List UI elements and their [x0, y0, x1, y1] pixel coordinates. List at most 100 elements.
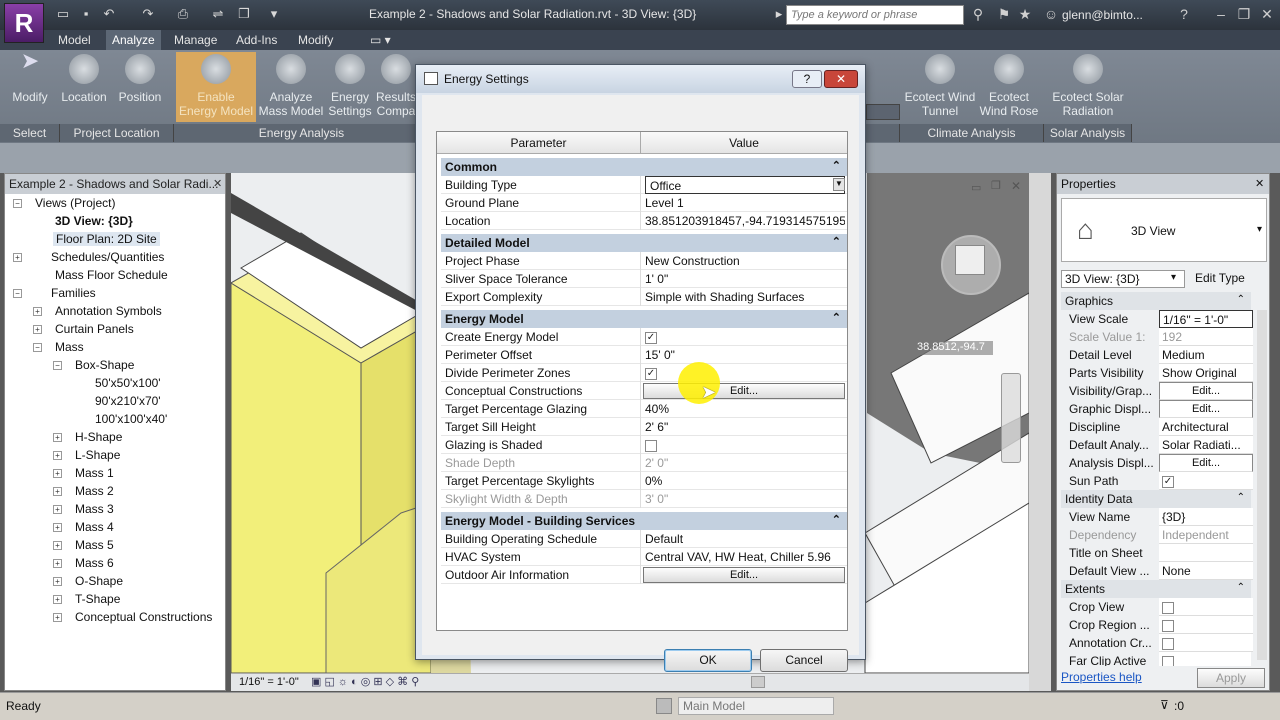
tree-conceptual-constructions[interactable]: Conceptual Constructions	[75, 610, 212, 624]
view-scale[interactable]: 1/16" = 1'-0"	[239, 676, 299, 688]
row-project-phase[interactable]: Project Phase New Construction	[441, 252, 847, 270]
measure-icon[interactable]: ⇌	[210, 6, 226, 22]
section-building-services[interactable]: Energy Model - Building Services ⌃	[441, 512, 847, 530]
crop-view-checkbox[interactable]	[1162, 601, 1174, 614]
redo-icon[interactable]: ↷	[140, 6, 156, 22]
search-input[interactable]: Type a keyword or phrase	[786, 5, 964, 25]
location-button[interactable]: Location	[56, 54, 112, 120]
undo-icon[interactable]: ↶	[101, 6, 117, 22]
row-target-sill-height[interactable]: Target Sill Height 2' 6"	[441, 418, 847, 436]
row-location[interactable]: Location 38.851203918457,-94.719314575195	[441, 212, 847, 230]
minimize-icon[interactable]: –	[1213, 6, 1229, 22]
help-icon[interactable]: ?	[1176, 6, 1192, 22]
row-perimeter-offset[interactable]: Perimeter Offset 15' 0"	[441, 346, 847, 364]
horizontal-scroll-thumb[interactable]	[751, 676, 765, 688]
divide-perimeter-checkbox[interactable]: ✓	[645, 367, 657, 380]
favorites-star-icon[interactable]: ★	[1017, 6, 1033, 22]
expand-icon[interactable]: +	[53, 487, 62, 496]
collapse-icon[interactable]: −	[53, 361, 62, 370]
prop-crop-region[interactable]: Crop Region ...	[1061, 616, 1253, 634]
sun-path-checkbox[interactable]: ✓	[1162, 475, 1174, 488]
create-energy-model-checkbox[interactable]: ✓	[645, 331, 657, 344]
tree-mass-4[interactable]: Mass 4	[75, 520, 114, 534]
collapse-icon[interactable]: −	[13, 199, 22, 208]
prop-far-clip[interactable]: Far Clip Active	[1061, 652, 1251, 666]
tree-h-shape[interactable]: H-Shape	[75, 430, 122, 444]
view-minimize-icon[interactable]: ▭	[971, 181, 981, 194]
tree-mass[interactable]: Mass	[55, 340, 84, 354]
close-icon[interactable]: ✕	[824, 70, 858, 88]
application-menu-button[interactable]: R	[4, 3, 44, 43]
row-building-operating-schedule[interactable]: Building Operating Schedule Default	[441, 530, 847, 548]
annotation-crop-checkbox[interactable]	[1162, 637, 1174, 650]
expand-icon[interactable]: +	[33, 325, 42, 334]
row-target-percentage-skylights[interactable]: Target Percentage Skylights 0%	[441, 472, 847, 490]
building-type-select[interactable]: Office	[645, 176, 845, 194]
column-header-value[interactable]: Value	[641, 132, 847, 154]
tree-box-type-2[interactable]: 90'x210'x70'	[95, 394, 161, 408]
expand-icon[interactable]: +	[53, 613, 62, 622]
tree-mass-floor-schedule[interactable]: Mass Floor Schedule	[55, 268, 168, 282]
tab-manage[interactable]: Manage	[168, 30, 223, 50]
tree-box-type-1[interactable]: 50'x50'x100'	[95, 376, 161, 390]
expand-icon[interactable]: +	[53, 595, 62, 604]
expand-icon[interactable]: +	[53, 559, 62, 568]
row-divide-perimeter-zones[interactable]: Divide Perimeter Zones ✓	[441, 364, 847, 382]
expand-icon[interactable]: +	[53, 523, 62, 532]
open-icon[interactable]: ▭	[55, 6, 71, 22]
prop-parts-visibility[interactable]: Parts Visibility Show Original	[1061, 364, 1253, 382]
close-icon[interactable]: ✕	[1259, 6, 1275, 22]
prop-analysis-display[interactable]: Analysis Displ... Edit...	[1061, 454, 1253, 472]
expand-icon[interactable]: +	[53, 577, 62, 586]
tree-o-shape[interactable]: O-Shape	[75, 574, 123, 588]
section-common[interactable]: Common ⌃	[441, 158, 847, 176]
tree-mass-1[interactable]: Mass 1	[75, 466, 114, 480]
section-extents[interactable]: Extents ⌃	[1061, 580, 1251, 598]
restore-icon[interactable]: ❐	[1236, 6, 1252, 22]
prop-visibility-graphics[interactable]: Visibility/Grap... Edit...	[1061, 382, 1253, 400]
prop-view-scale[interactable]: View Scale 1/16" = 1'-0"	[1061, 310, 1253, 328]
customize-dropdown-icon[interactable]: ▾	[266, 6, 282, 22]
apply-button[interactable]: Apply	[1197, 668, 1265, 688]
type-dropdown-icon[interactable]: ▾	[1257, 224, 1262, 235]
tab-modify[interactable]: Modify	[292, 30, 339, 50]
tree-mass-2[interactable]: Mass 2	[75, 484, 114, 498]
user-name[interactable]: glenn@bimto...	[1062, 8, 1143, 22]
expand-icon[interactable]: +	[53, 541, 62, 550]
tree-l-shape[interactable]: L-Shape	[75, 448, 120, 462]
row-building-type[interactable]: Building Type Office ▼	[441, 176, 847, 194]
tree-mass-6[interactable]: Mass 6	[75, 556, 114, 570]
properties-scrollbar[interactable]	[1257, 310, 1267, 660]
enable-energy-model-button[interactable]: Enable Energy Model	[178, 54, 254, 120]
tree-curtain-panels[interactable]: Curtain Panels	[55, 322, 134, 336]
tree-t-shape[interactable]: T-Shape	[75, 592, 120, 606]
worksets-icon[interactable]	[656, 698, 672, 714]
view-close-icon[interactable]: ✕	[1011, 179, 1021, 193]
design-option-select[interactable]: Main Model	[678, 697, 834, 715]
expand-icon[interactable]: +	[53, 451, 62, 460]
prop-view-name[interactable]: View Name {3D}	[1061, 508, 1253, 526]
row-glazing-is-shaded[interactable]: Glazing is Shaded	[441, 436, 847, 454]
prop-title-on-sheet[interactable]: Title on Sheet	[1061, 544, 1253, 562]
tab-add-ins[interactable]: Add-Ins	[230, 30, 283, 50]
tree-box-shape[interactable]: Box-Shape	[75, 358, 134, 372]
panel-energy-analysis[interactable]: Energy Analysis	[174, 124, 430, 142]
viewport-scrollbar[interactable]	[1029, 173, 1051, 691]
prop-detail-level[interactable]: Detail Level Medium	[1061, 346, 1253, 364]
tree-annotation-symbols[interactable]: Annotation Symbols	[55, 304, 162, 318]
tree-floor-plan[interactable]: Floor Plan: 2D Site	[53, 232, 160, 246]
section-identity-data[interactable]: Identity Data ⌃	[1061, 490, 1251, 508]
expand-icon[interactable]: +	[53, 469, 62, 478]
expand-icon[interactable]: +	[33, 307, 42, 316]
collapse-icon[interactable]: −	[13, 289, 22, 298]
prop-crop-view[interactable]: Crop View	[1061, 598, 1253, 616]
view-restore-icon[interactable]: ❐	[991, 179, 1001, 192]
user-icon[interactable]: ☺	[1043, 6, 1059, 22]
viewcube[interactable]	[955, 245, 985, 275]
ecotect-solar-radiation-button[interactable]: Ecotect Solar Radiation	[1046, 54, 1130, 120]
results-compare-button[interactable]: Results Compa	[376, 54, 416, 120]
tree-views[interactable]: Views (Project)	[35, 196, 115, 210]
section-energy-model[interactable]: Energy Model ⌃	[441, 310, 847, 328]
panel-select[interactable]: Select	[0, 124, 60, 142]
row-sliver-space-tolerance[interactable]: Sliver Space Tolerance 1' 0"	[441, 270, 847, 288]
